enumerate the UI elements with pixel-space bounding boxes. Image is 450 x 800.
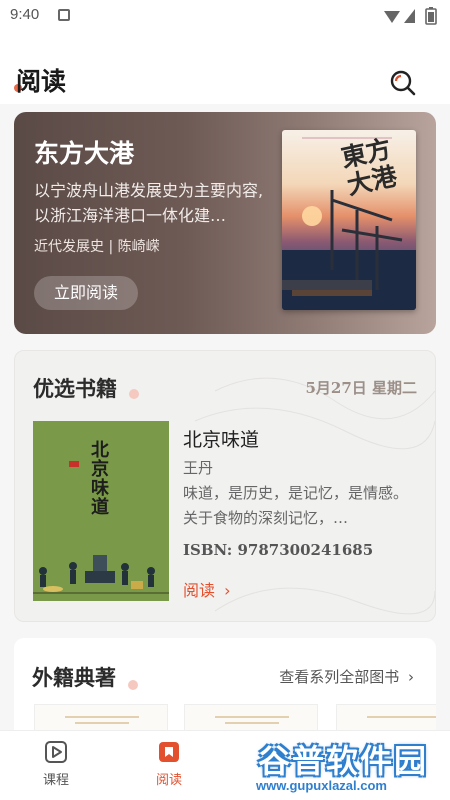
page-title: 阅读 <box>16 67 67 96</box>
hero-book-cover[interactable]: 東方大港 <box>282 130 416 310</box>
tab-reading-label: 阅读 <box>155 773 182 788</box>
app-header: 阅读 <box>0 32 450 104</box>
site-watermark: 谷普软件园 www.gupuxlazal.com <box>246 736 446 796</box>
featured-section-title: 优选书籍 <box>33 376 117 401</box>
play-icon <box>45 741 67 763</box>
featured-book-isbn: ISBN: 9787300241685 <box>183 541 374 559</box>
hero-book-meta: 近代发展史 | 陈崎嵘 <box>34 239 160 255</box>
hero-book-card[interactable]: 东方大港 以宁波舟山港发展史为主要内容,以浙江海洋港口一体化建… 近代发展史 |… <box>14 112 436 334</box>
tab-reading[interactable]: 阅读 <box>139 739 199 788</box>
status-time: 9:40 <box>10 6 40 23</box>
foreign-section-title: 外籍典著 <box>32 665 116 690</box>
see-all-books-link[interactable]: 查看系列全部图书 › <box>279 666 414 687</box>
hero-book-description: 以宁波舟山港发展史为主要内容,以浙江海洋港口一体化建… <box>34 181 264 225</box>
hero-book-title: 东方大港 <box>34 139 135 168</box>
tab-courses[interactable]: 课程 <box>26 739 86 788</box>
featured-books-section: 优选书籍 5月27日 星期二 北京味道 北京味道 王丹 味道，是历史，是记忆，是… <box>14 350 436 622</box>
chevron-right-icon: › <box>224 581 231 600</box>
see-all-label: 查看系列全部图书 <box>279 668 400 686</box>
featured-book-description: 味道，是历史，是记忆，是情感。关于食物的深刻记忆，… <box>183 484 409 527</box>
section-accent-dot <box>128 680 138 690</box>
chevron-right-icon: › <box>408 668 414 686</box>
book-icon <box>159 742 179 762</box>
street-scene-illustration <box>33 461 169 594</box>
status-bar: 9:40 <box>0 0 450 32</box>
read-link-label: 阅读 <box>183 581 216 600</box>
featured-book-author: 王丹 <box>183 459 214 477</box>
section-accent-dot <box>129 389 139 399</box>
notification-icon <box>58 9 70 21</box>
featured-date: 5月27日 星期二 <box>305 379 417 397</box>
watermark-url: www.gupuxlazal.com <box>256 778 387 793</box>
read-now-button[interactable]: 立即阅读 <box>34 276 138 310</box>
featured-book-title[interactable]: 北京味道 <box>183 425 259 452</box>
search-icon[interactable] <box>388 68 416 96</box>
tab-courses-label: 课程 <box>42 773 69 788</box>
featured-book-cover[interactable]: 北京味道 <box>33 421 169 601</box>
system-status-icons <box>384 7 437 25</box>
watermark-text: 谷普软件园 <box>258 742 429 780</box>
read-link[interactable]: 阅读 › <box>183 577 231 601</box>
